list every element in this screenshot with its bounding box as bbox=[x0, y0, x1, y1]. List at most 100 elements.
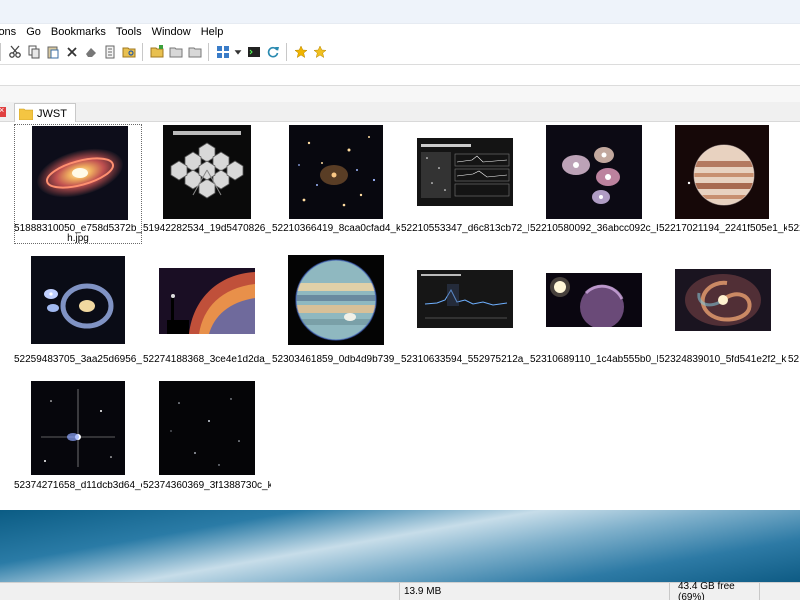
paste-button[interactable] bbox=[43, 43, 62, 62]
chevron-down-icon bbox=[234, 50, 242, 55]
thumbnail-caption: 52259483705_3aa25d6956_k.... bbox=[14, 355, 142, 365]
new-folder-button[interactable] bbox=[147, 43, 166, 62]
thumbnail-caption: 52310689110_1c4ab555b0_k.... bbox=[530, 355, 658, 365]
status-total-size: 13.9 MB bbox=[400, 582, 670, 600]
thumbnail-caption: 51888310050_e758d5372b_h.jpg bbox=[14, 224, 142, 244]
thumbnail-image bbox=[14, 381, 142, 477]
menu-go[interactable]: Go bbox=[21, 26, 46, 38]
terminal-icon bbox=[247, 47, 260, 57]
thumbnail-caption: 52 bbox=[788, 355, 800, 365]
eraser-icon bbox=[85, 48, 96, 57]
add-bookmark-button[interactable] bbox=[291, 43, 310, 62]
deep-field-image bbox=[289, 125, 383, 219]
thumbnail-item[interactable]: 52310689110_1c4ab555b0_k.... bbox=[530, 255, 658, 365]
view-mode-button[interactable] bbox=[213, 43, 232, 62]
thumbnail-image bbox=[659, 124, 787, 220]
cut-button[interactable] bbox=[5, 43, 24, 62]
delete-button[interactable] bbox=[62, 43, 81, 62]
star-icon bbox=[293, 45, 308, 59]
thumbnail-item[interactable]: 52310633594_552975212a_k.... bbox=[401, 255, 529, 365]
thumbnail-image bbox=[143, 124, 271, 220]
thumbnail-item[interactable]: 52374360369_3f1388730c_k.... bbox=[143, 381, 271, 491]
scissors-icon bbox=[8, 45, 21, 58]
thumbnail-caption: 52210366419_8caa0cfad4_k.... bbox=[272, 224, 400, 234]
status-free-space: 43.4 GB free (69%) bbox=[670, 581, 760, 600]
properties-button[interactable] bbox=[100, 43, 119, 62]
bookmarks-button[interactable] bbox=[310, 43, 329, 62]
refresh-button[interactable] bbox=[263, 43, 282, 62]
thumbnail-image bbox=[401, 124, 529, 220]
thumbnail-item[interactable]: 52210580092_36abcc092c_k.... bbox=[530, 124, 658, 234]
toolbar-separator bbox=[208, 43, 209, 61]
jupiter-infrared-image bbox=[288, 255, 384, 345]
thumbnail-image bbox=[788, 124, 800, 220]
menu-tools[interactable]: Tools bbox=[111, 26, 147, 38]
thumbnail-image bbox=[143, 381, 271, 477]
thumbnail-item[interactable]: 52303461859_0db4d9b739_o.... bbox=[272, 255, 400, 365]
nebula-projection-image bbox=[159, 268, 255, 334]
thumbnail-image bbox=[530, 124, 658, 220]
copy-icon bbox=[28, 45, 39, 59]
console-button[interactable] bbox=[244, 43, 263, 62]
menu-help[interactable]: Help bbox=[196, 26, 229, 38]
thumbnail-item[interactable]: 522 bbox=[788, 124, 800, 234]
title-bar bbox=[0, 0, 800, 24]
thumbnail-item[interactable]: 51942282534_19d5470826_o.... bbox=[143, 124, 271, 234]
thumbnail-item[interactable]: 52217021194_2241f505e1_k.... bbox=[659, 124, 787, 234]
menu-window[interactable]: Window bbox=[147, 26, 196, 38]
thumbnail-item[interactable]: 52274188368_3ce4e1d2da_k.... bbox=[143, 255, 271, 365]
copy-to-folder-button[interactable] bbox=[185, 43, 204, 62]
cartwheel-galaxy-image bbox=[31, 256, 125, 344]
close-tab-icon[interactable] bbox=[0, 105, 6, 117]
delete-icon bbox=[66, 47, 77, 57]
thumbnail-item[interactable]: 52 bbox=[788, 255, 800, 365]
folder-search-button[interactable] bbox=[119, 43, 138, 62]
thumbnail-caption: 52217021194_2241f505e1_k.... bbox=[659, 224, 787, 234]
thumbnail-caption: 52303461859_0db4d9b739_o.... bbox=[272, 355, 400, 365]
thumbnail-image bbox=[143, 255, 271, 351]
paste-icon bbox=[47, 46, 58, 59]
refresh-icon bbox=[267, 46, 279, 58]
spectrum-chart-image bbox=[417, 138, 513, 206]
thumbnail-caption: 52274188368_3ce4e1d2da_k.... bbox=[143, 355, 271, 365]
thumbnail-caption: 52210580092_36abcc092c_k.... bbox=[530, 224, 658, 234]
thumbnail-item[interactable]: 52210553347_d6c813cb72_k.... bbox=[401, 124, 529, 234]
tab-strip: JWST bbox=[0, 102, 800, 123]
folder-icon bbox=[169, 47, 182, 58]
exoplanet-illustration-image bbox=[546, 273, 642, 327]
thumbnail-image bbox=[14, 124, 142, 220]
tab-jwst[interactable]: JWST bbox=[14, 103, 76, 123]
menu-bookmarks[interactable]: Bookmarks bbox=[46, 26, 111, 38]
toolbar-separator bbox=[0, 43, 1, 61]
thumbnail-item[interactable]: 52210366419_8caa0cfad4_k.... bbox=[272, 124, 400, 234]
folder-search-icon bbox=[122, 47, 135, 58]
copy-button[interactable] bbox=[24, 43, 43, 62]
address-bar[interactable] bbox=[0, 64, 800, 86]
toolbar-separator bbox=[142, 43, 143, 61]
menu-bar: ions Go Bookmarks Tools Window Help bbox=[0, 24, 800, 40]
thumbnail-item[interactable]: 52259483705_3aa25d6956_k.... bbox=[14, 255, 142, 365]
spiral-galaxy-image bbox=[675, 269, 771, 331]
thumbnail-item[interactable]: 52374271658_d11dcb3d64_o.... bbox=[14, 381, 142, 491]
spectrum-graph-image bbox=[417, 270, 513, 328]
status-cell bbox=[0, 582, 400, 600]
thumbnail-item[interactable]: 51888310050_e758d5372b_h.jpg bbox=[14, 124, 142, 244]
new-folder-icon bbox=[150, 45, 163, 58]
menu-options[interactable]: ions bbox=[0, 26, 21, 38]
properties-icon bbox=[105, 45, 114, 59]
mirror-alignment-image bbox=[163, 125, 251, 219]
move-to-folder-button[interactable] bbox=[166, 43, 185, 62]
thumbnail-image bbox=[659, 255, 787, 351]
galaxy-image bbox=[32, 126, 128, 220]
status-cell bbox=[760, 583, 800, 600]
thumbnail-image bbox=[272, 124, 400, 220]
thumbnail-image bbox=[530, 255, 658, 351]
status-bar: 13.9 MB 43.4 GB free (69%) bbox=[0, 581, 800, 600]
thumbnail-caption: 52210553347_d6c813cb72_k.... bbox=[401, 224, 529, 234]
thumbnail-item[interactable]: 52324839010_5fd541e2f2_k.jpg bbox=[659, 255, 787, 365]
thumbnail-image bbox=[272, 255, 400, 351]
view-mode-dropdown[interactable] bbox=[232, 43, 244, 62]
erase-button[interactable] bbox=[81, 43, 100, 62]
thumbnail-caption: 52374360369_3f1388730c_k.... bbox=[143, 481, 271, 491]
folder-icon bbox=[19, 108, 33, 120]
